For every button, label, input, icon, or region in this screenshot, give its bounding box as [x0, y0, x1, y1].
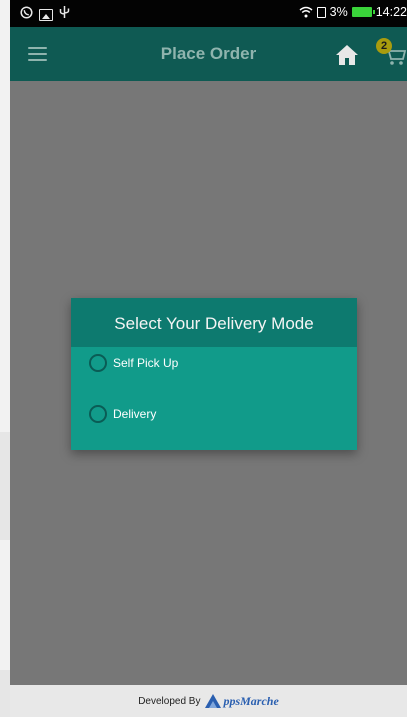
wifi-icon	[299, 6, 313, 18]
left-margin-band	[0, 670, 10, 717]
phone-screen: 3% 14:22 Place Order 2 Select Your Deliv…	[10, 0, 407, 717]
option-delivery[interactable]: Delivery	[89, 402, 156, 426]
whatsapp-icon	[20, 5, 33, 24]
option-label: Delivery	[113, 407, 157, 421]
option-label: Self Pick Up	[113, 356, 179, 370]
radio-button[interactable]	[89, 405, 107, 423]
home-icon[interactable]	[335, 43, 359, 67]
dialog-header: Select Your Delivery Mode	[71, 298, 357, 347]
status-bar: 3% 14:22	[10, 0, 407, 27]
footer: Developed By ppsMarche	[10, 685, 407, 717]
option-self-pick-up[interactable]: Self Pick Up	[89, 351, 178, 375]
battery-icon	[351, 7, 375, 17]
cart-count-badge: 2	[376, 38, 392, 54]
dialog-title: Select Your Delivery Mode	[114, 314, 314, 333]
footer-credit: Developed By ppsMarche	[10, 693, 407, 709]
left-margin	[0, 0, 10, 717]
brand-logo: ppsMarche	[204, 693, 279, 709]
status-bar-system: 3% 14:22	[299, 5, 407, 19]
sim-icon	[316, 6, 326, 18]
developed-by-label: Developed By	[138, 695, 201, 707]
left-margin-band	[0, 432, 10, 540]
delivery-mode-dialog: Select Your Delivery Mode Self Pick Up D…	[71, 298, 357, 450]
status-bar-notifications	[20, 5, 70, 24]
usb-icon	[59, 5, 70, 24]
radio-button[interactable]	[89, 354, 107, 372]
brand-name: ppsMarche	[223, 693, 279, 708]
app-bar: Place Order 2	[10, 27, 407, 81]
gallery-icon	[39, 8, 53, 21]
brand-logo-icon	[205, 694, 222, 708]
status-time: 14:22	[375, 5, 407, 19]
battery-percent: 3%	[329, 5, 348, 19]
